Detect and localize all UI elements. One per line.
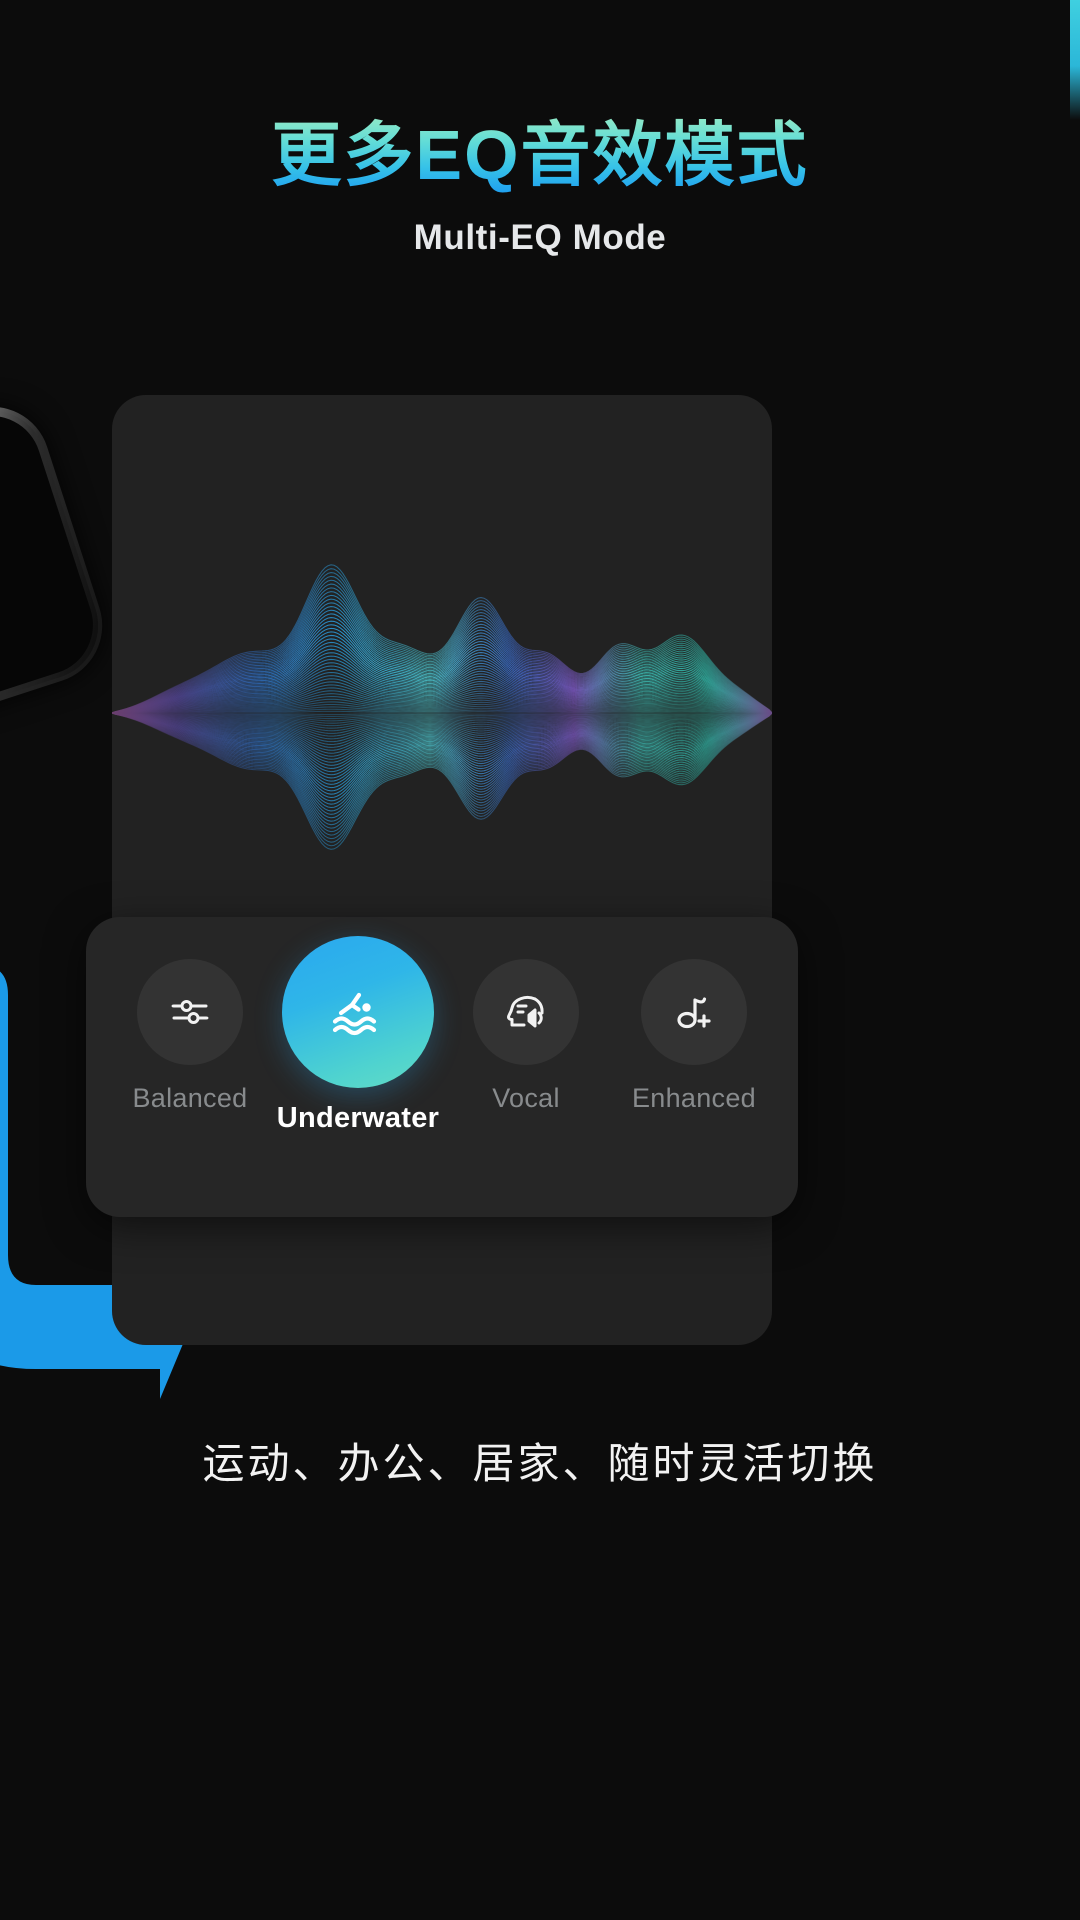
eq-mode-list: Balanced Underwater Vocal Enhanced <box>86 917 798 1217</box>
eq-mode-enhanced-label: Enhanced <box>631 1083 756 1113</box>
eq-mode-vocal-button[interactable] <box>473 959 579 1065</box>
page-title: 更多EQ音效模式 <box>271 116 809 194</box>
eq-mode-vocal-label: Vocal <box>492 1083 560 1113</box>
swimmer-icon <box>328 982 388 1042</box>
eq-mode-panel: Balanced Underwater Vocal Enhanced <box>86 917 798 1217</box>
waveform-visualization <box>112 545 772 875</box>
eq-mode-underwater-button[interactable] <box>282 936 434 1088</box>
music-note-plus-icon <box>670 988 718 1036</box>
promo-page: 更多EQ音效模式 Multi-EQ Mode Balanced Underwat… <box>0 0 1080 1920</box>
edge-accent-strip <box>1070 0 1080 120</box>
page-subtitle: Multi-EQ Mode <box>413 217 667 257</box>
phone-device-corner-decoration <box>0 391 118 724</box>
eq-mode-underwater-label: Underwater <box>276 1102 440 1134</box>
eq-mode-vocal[interactable]: Vocal <box>442 959 610 1114</box>
eq-mode-balanced[interactable]: Balanced <box>106 959 274 1114</box>
eq-mode-underwater[interactable]: Underwater <box>274 936 442 1135</box>
equalizer-sliders-icon <box>166 988 214 1036</box>
head-speaker-icon <box>502 988 550 1036</box>
eq-mode-enhanced-button[interactable] <box>641 959 747 1065</box>
eq-mode-enhanced[interactable]: Enhanced <box>610 959 778 1114</box>
header: 更多EQ音效模式 Multi-EQ Mode <box>0 116 1080 258</box>
eq-mode-balanced-label: Balanced <box>132 1083 248 1113</box>
eq-mode-balanced-button[interactable] <box>137 959 243 1065</box>
bottom-caption: 运动、办公、居家、随时灵活切换 <box>202 1440 878 1487</box>
